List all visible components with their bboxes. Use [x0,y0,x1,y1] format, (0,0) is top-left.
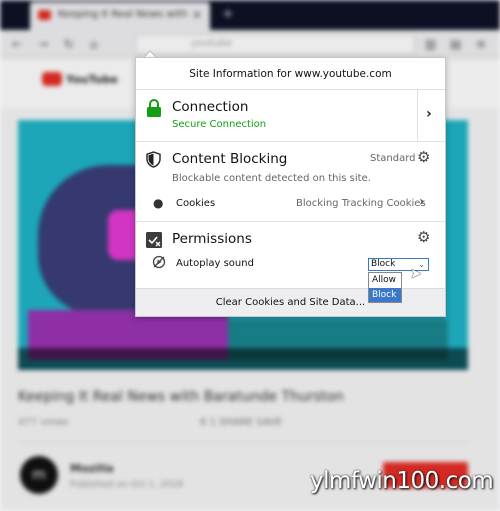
cookie-icon: ● [153,196,164,210]
panel-header: Site Information for www.youtube.com [136,58,445,90]
gear-icon[interactable]: ⚙ [417,228,430,246]
option-block[interactable]: Block [369,287,401,302]
chevron-right-icon: › [426,106,432,122]
connection-title: Connection [172,99,249,115]
connection-section[interactable]: Connection Secure Connection › [136,90,445,142]
mouse-cursor-icon: ➤ [410,266,422,282]
permissions-title: Permissions [172,231,252,247]
cookies-value: Blocking Tracking Cookies [296,198,426,209]
gear-icon[interactable]: ⚙ [417,148,430,166]
site-info-panel: Site Information for www.youtube.com Con… [135,57,446,317]
autoplay-dropdown: Allow Block [368,272,402,303]
lock-icon [147,99,161,117]
blocking-detail: Blockable content detected on this site. [172,173,371,184]
content-blocking-title: Content Blocking [172,151,288,167]
connection-details-button[interactable]: › [417,90,445,141]
option-allow[interactable]: Allow [369,273,401,288]
shield-icon [146,151,161,168]
autoplay-label: Autoplay sound [176,258,254,269]
permissions-icon [146,232,162,248]
autoplay-icon [152,255,166,269]
cookies-row[interactable]: ● Cookies Blocking Tracking Cookies › [136,190,445,218]
autoplay-select-value: Block [371,259,396,269]
blocking-mode: Standard [370,153,416,164]
chevron-right-icon: › [419,194,425,210]
connection-status: Secure Connection [172,119,267,130]
watermark: ylmfwin100.com [310,468,494,494]
content-blocking-section: Content Blocking Standard ⚙ Blockable co… [136,142,445,222]
cookies-label: Cookies [176,198,216,209]
